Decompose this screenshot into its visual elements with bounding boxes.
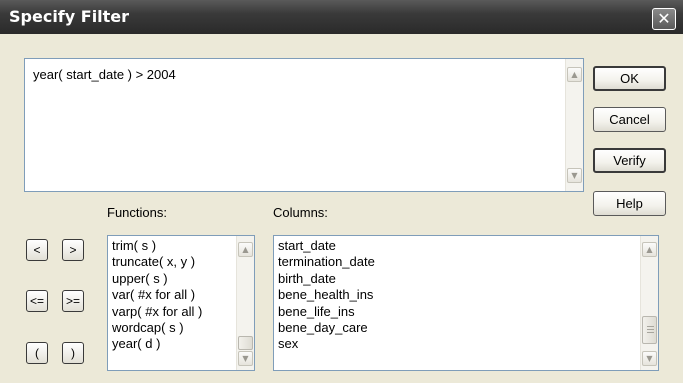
functions-scrollbar[interactable]: ▲ ▼ [236,236,254,370]
columns-label: Columns: [273,205,328,220]
dialog-title: Specify Filter [9,7,130,26]
list-item[interactable]: start_date [278,238,375,254]
list-item[interactable]: bene_day_care [278,320,375,336]
list-item[interactable]: termination_date [278,254,375,270]
title-bar[interactable]: Specify Filter ✕ [0,0,683,34]
list-item[interactable]: truncate( x, y ) [112,254,202,270]
open-paren-button[interactable]: ( [26,342,48,364]
close-icon[interactable]: ✕ [652,8,676,30]
scroll-up-icon[interactable]: ▲ [238,242,253,257]
list-item[interactable]: trim( s ) [112,238,202,254]
functions-list[interactable]: trim( s ) truncate( x, y ) upper( s ) va… [107,235,255,371]
scroll-thumb[interactable] [238,336,253,350]
list-item[interactable]: birth_date [278,271,375,287]
list-item[interactable]: sex [278,336,375,352]
less-or-equal-button[interactable]: <= [26,290,48,312]
list-item[interactable]: bene_life_ins [278,304,375,320]
less-than-button[interactable]: < [26,239,48,261]
scroll-up-icon[interactable]: ▲ [642,242,657,257]
greater-or-equal-button[interactable]: >= [62,290,84,312]
filter-expression-input[interactable]: year( start_date ) > 2004 ▲ ▼ [24,58,584,192]
list-item[interactable]: wordcap( s ) [112,320,202,336]
list-item[interactable]: bene_health_ins [278,287,375,303]
verify-button[interactable]: Verify [593,148,666,173]
scroll-thumb[interactable] [642,316,657,344]
list-item[interactable]: varp( #x for all ) [112,304,202,320]
filter-expression-text: year( start_date ) > 2004 [33,67,176,82]
ok-button[interactable]: OK [593,66,666,91]
cancel-button[interactable]: Cancel [593,107,666,132]
close-paren-button[interactable]: ) [62,342,84,364]
functions-label: Functions: [107,205,167,220]
scroll-down-icon[interactable]: ▼ [567,168,582,183]
scroll-up-icon[interactable]: ▲ [567,67,582,82]
list-item[interactable]: upper( s ) [112,271,202,287]
greater-than-button[interactable]: > [62,239,84,261]
columns-scrollbar[interactable]: ▲ ▼ [640,236,658,370]
list-item[interactable]: year( d ) [112,336,202,352]
columns-list[interactable]: start_date termination_date birth_date b… [273,235,659,371]
list-item[interactable]: var( #x for all ) [112,287,202,303]
help-button[interactable]: Help [593,191,666,216]
scroll-down-icon[interactable]: ▼ [642,351,657,366]
expression-scrollbar[interactable]: ▲ ▼ [565,59,583,191]
scroll-down-icon[interactable]: ▼ [238,351,253,366]
